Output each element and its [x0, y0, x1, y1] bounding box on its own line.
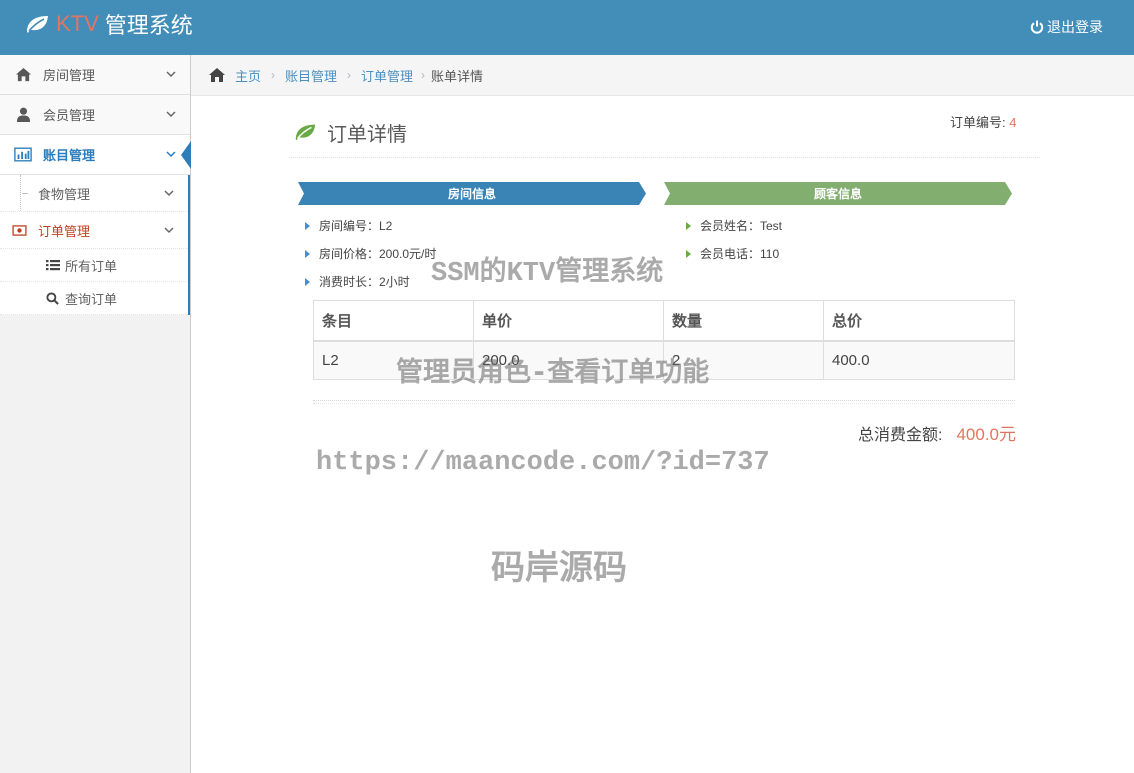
chevron-down-icon: [166, 111, 176, 118]
caret-right-icon: [686, 221, 691, 230]
sidebar-item-label: 账目管理: [43, 148, 96, 163]
customer-info-title: 顾客信息: [813, 187, 862, 201]
total-amount: 总消费金额: 400.0元: [858, 420, 1016, 445]
logout-button[interactable]: 退出登录: [1030, 17, 1103, 37]
search-icon: [46, 291, 60, 305]
customer-info-line: 会员姓名：Test: [686, 217, 782, 234]
page-header: 订单详情: [289, 118, 1040, 158]
user-icon: [14, 107, 32, 123]
table-cell: 400.0: [823, 340, 1015, 380]
sidebar-item-room[interactable]: 房间管理: [0, 55, 190, 95]
power-icon: [1030, 20, 1044, 34]
breadcrumb-link-orders[interactable]: 订单管理: [361, 66, 413, 85]
breadcrumb-link-accounts[interactable]: 账目管理: [285, 66, 337, 85]
accounts-submenu: 食物管理 订单管理 所有订单 查询订单: [0, 175, 190, 315]
home-icon: [14, 67, 32, 83]
leaf-icon: [27, 16, 48, 33]
breadcrumb: 主页 › 账目管理 › 订单管理 › 账单详情: [191, 55, 1134, 96]
column-header: 数量: [663, 300, 824, 342]
table-header-row: 条目 单价 数量 总价: [313, 300, 1015, 342]
table-cell: L2: [313, 340, 474, 380]
total-label: 总消费金额:: [858, 427, 943, 444]
breadcrumb-link-home[interactable]: 主页: [235, 66, 261, 85]
breadcrumb-separator: ›: [347, 68, 352, 82]
room-info-ribbon: 房间信息: [298, 182, 646, 205]
sidebar-link-all-orders[interactable]: 所有订单: [0, 249, 188, 282]
chevron-down-icon: [166, 151, 176, 158]
chevron-down-icon: [164, 190, 174, 197]
room-info-line: 消费时长：2小时: [305, 273, 410, 290]
sidebar-item-label: 房间管理: [43, 68, 96, 83]
logout-label: 退出登录: [1047, 19, 1103, 35]
list-icon: [46, 259, 60, 271]
sidebar-subitem-orders[interactable]: 订单管理: [0, 212, 188, 249]
home-icon[interactable]: [208, 67, 226, 83]
order-detail-table: 条目 单价 数量 总价 L2 200.0 2 400.0: [313, 300, 1015, 380]
leaf-icon: [295, 124, 316, 141]
caret-right-icon: [305, 221, 310, 230]
chevron-down-icon: [164, 227, 174, 234]
room-number-text: 房间编号：L2: [319, 219, 393, 233]
sidebar-subitem-label: 食物管理: [38, 186, 91, 202]
sidebar-link-label: 所有订单: [65, 258, 118, 274]
total-value: 400.0元: [956, 425, 1016, 444]
sidebar-subitem-food[interactable]: 食物管理: [0, 175, 188, 212]
tree-line: [20, 175, 21, 211]
sidebar-subitem-label: 订单管理: [38, 223, 91, 239]
bar-chart-icon: [14, 147, 32, 163]
sidebar-link-search-orders[interactable]: 查询订单: [0, 282, 188, 315]
breadcrumb-separator: ›: [271, 68, 276, 82]
room-info-line: 房间价格：200.0元/时: [305, 245, 436, 262]
member-name-text: 会员姓名：Test: [700, 219, 783, 233]
duration-text: 消费时长：2小时: [319, 275, 410, 289]
active-caret: [181, 141, 191, 169]
table-cell: 2: [663, 340, 824, 380]
brand-suffix: 管理系统: [104, 13, 193, 38]
room-price-text: 房间价格：200.0元/时: [319, 247, 437, 261]
watermark-text: https://maancode.com/?id=737: [316, 448, 770, 478]
money-icon: [12, 224, 28, 236]
top-navbar: KTV 管理系统 退出登录: [0, 0, 1134, 55]
customer-info-line: 会员电话：110: [686, 245, 779, 262]
caret-right-icon: [305, 277, 310, 286]
sidebar-link-label: 查询订单: [65, 291, 118, 307]
caret-right-icon: [305, 249, 310, 258]
divider: [313, 400, 1015, 401]
watermark-text: SSM的KTV管理系统: [431, 259, 664, 289]
caret-right-icon: [686, 249, 691, 258]
column-header: 总价: [823, 300, 1015, 342]
tree-dot: [22, 193, 28, 194]
breadcrumb-current: 账单详情: [431, 68, 484, 84]
sidebar-item-member[interactable]: 会员管理: [0, 95, 190, 135]
room-info-line: 房间编号：L2: [305, 217, 392, 234]
table-row: L2 200.0 2 400.0: [313, 340, 1015, 380]
brand-logo[interactable]: KTV 管理系统: [24, 8, 193, 40]
brand-prefix: KTV: [56, 11, 99, 36]
sidebar-item-label: 会员管理: [43, 108, 96, 123]
page-title: 订单详情: [327, 124, 407, 146]
sidebar: 房间管理 会员管理 账目管理 食物管理 订单管理 所有订单 查询订单: [0, 55, 191, 773]
divider: [313, 403, 1015, 404]
member-phone-text: 会员电话：110: [700, 247, 780, 261]
table-cell: 200.0: [473, 340, 664, 380]
watermark-text: 码岸源码: [491, 549, 627, 587]
room-info-title: 房间信息: [447, 187, 496, 201]
column-header: 单价: [473, 300, 664, 342]
customer-info-ribbon: 顾客信息: [664, 182, 1012, 205]
chevron-down-icon: [166, 71, 176, 78]
sidebar-item-accounts[interactable]: 账目管理: [0, 135, 191, 175]
column-header: 条目: [313, 300, 474, 342]
breadcrumb-separator: ›: [421, 68, 426, 82]
